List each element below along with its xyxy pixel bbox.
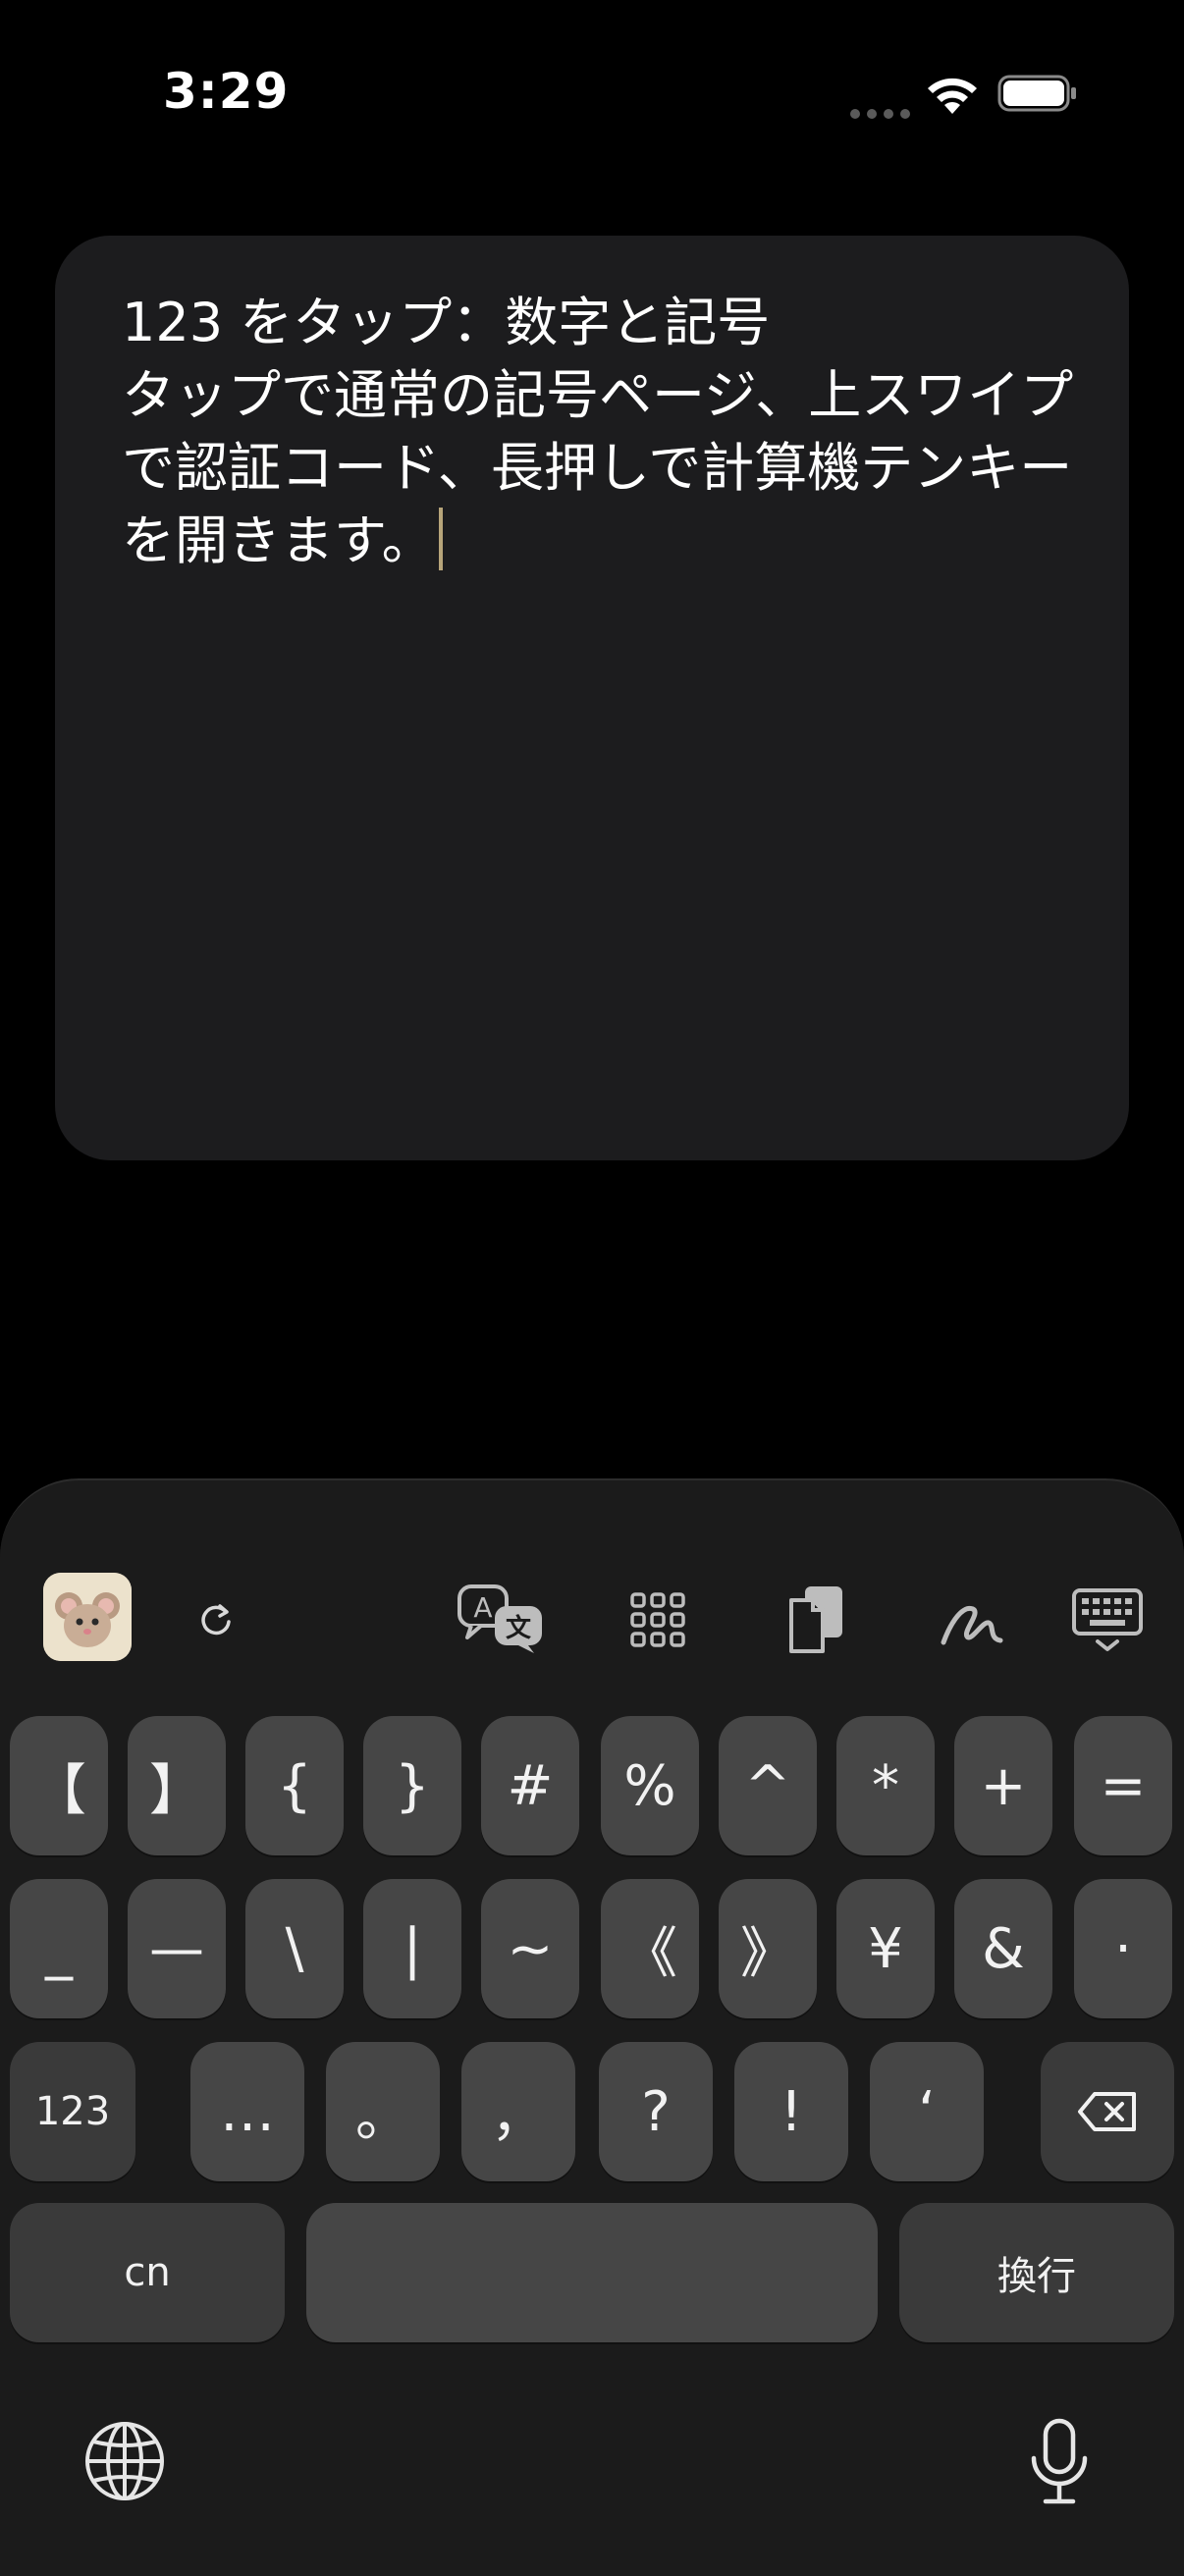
wifi-icon [928, 78, 977, 114]
text-caret [438, 508, 443, 570]
key-comma[interactable]: ， [461, 2042, 575, 2181]
clipboard-icon[interactable] [781, 1581, 848, 1657]
editor-text[interactable]: 123 をタップ：数字と記号 タップで通常の記号ページ、上スワイプで認証コード、… [122, 287, 1084, 577]
key-underscore[interactable]: _ [10, 1879, 108, 2018]
key-ellipsis[interactable]: … [190, 2042, 304, 2181]
key-question[interactable]: ? [599, 2042, 713, 2181]
svg-text:A: A [473, 1591, 492, 1624]
key-double-angle-right[interactable]: 》 [719, 1879, 817, 2018]
editor-text-value: 123 をタップ：数字と記号 タップで通常の記号ページ、上スワイプで認証コード、… [122, 292, 1074, 571]
key-full-stop[interactable]: 。 [326, 2042, 440, 2181]
key-percent[interactable]: % [601, 1716, 699, 1855]
key-lenticular-right[interactable]: 】 [128, 1716, 226, 1855]
battery-icon [997, 75, 1076, 112]
key-exclamation[interactable]: ! [734, 2042, 848, 2181]
backspace-icon [1078, 2092, 1136, 2131]
keyboard-hide-icon[interactable] [1068, 1584, 1147, 1657]
key-123[interactable]: 123 [10, 2042, 135, 2181]
translate-icon[interactable]: A 文 [454, 1581, 548, 1655]
status-time: 3:29 [163, 63, 290, 120]
key-lenticular-left[interactable]: 【 [10, 1716, 108, 1855]
key-em-dash[interactable]: — [128, 1879, 226, 2018]
key-brace-left[interactable]: { [245, 1716, 344, 1855]
refresh-icon[interactable] [188, 1592, 243, 1647]
handwriting-icon[interactable] [935, 1588, 1009, 1653]
key-brace-right[interactable]: } [363, 1716, 461, 1855]
keyboard: A 文 【 】 {} # % ^ * + = _ — \ | ~ 《 》 ¥ … [0, 1478, 1184, 2576]
key-equals[interactable]: = [1074, 1716, 1172, 1855]
space-bar[interactable] [306, 2203, 878, 2342]
enter-button[interactable]: 換行 [899, 2203, 1174, 2342]
grid-icon[interactable] [624, 1588, 691, 1651]
key-yen[interactable]: ¥ [836, 1879, 935, 2018]
key-ampersand[interactable]: & [954, 1879, 1052, 2018]
key-pipe[interactable]: | [363, 1879, 461, 2018]
key-tilde[interactable]: ~ [481, 1879, 579, 2018]
key-backslash[interactable]: \ [245, 1879, 344, 2018]
globe-icon[interactable] [81, 2417, 169, 2505]
key-asterisk[interactable]: * [836, 1716, 935, 1855]
app-avatar-icon[interactable] [43, 1573, 132, 1661]
delete-button[interactable] [1041, 2042, 1174, 2181]
microphone-icon[interactable] [1015, 2413, 1103, 2511]
key-quote[interactable]: ‘ [870, 2042, 984, 2181]
cn-button[interactable]: cn [10, 2203, 285, 2342]
key-hash[interactable]: # [481, 1716, 579, 1855]
key-middle-dot[interactable]: · [1074, 1879, 1172, 2018]
status-bar: 3:29 [0, 0, 1184, 196]
key-double-angle-left[interactable]: 《 [601, 1879, 699, 2018]
cellular-dots-icon [850, 104, 917, 123]
keyboard-toolbar: A 文 [0, 1480, 1184, 1696]
key-plus[interactable]: + [954, 1716, 1052, 1855]
key-caret[interactable]: ^ [719, 1716, 817, 1855]
svg-text:文: 文 [506, 1613, 532, 1643]
